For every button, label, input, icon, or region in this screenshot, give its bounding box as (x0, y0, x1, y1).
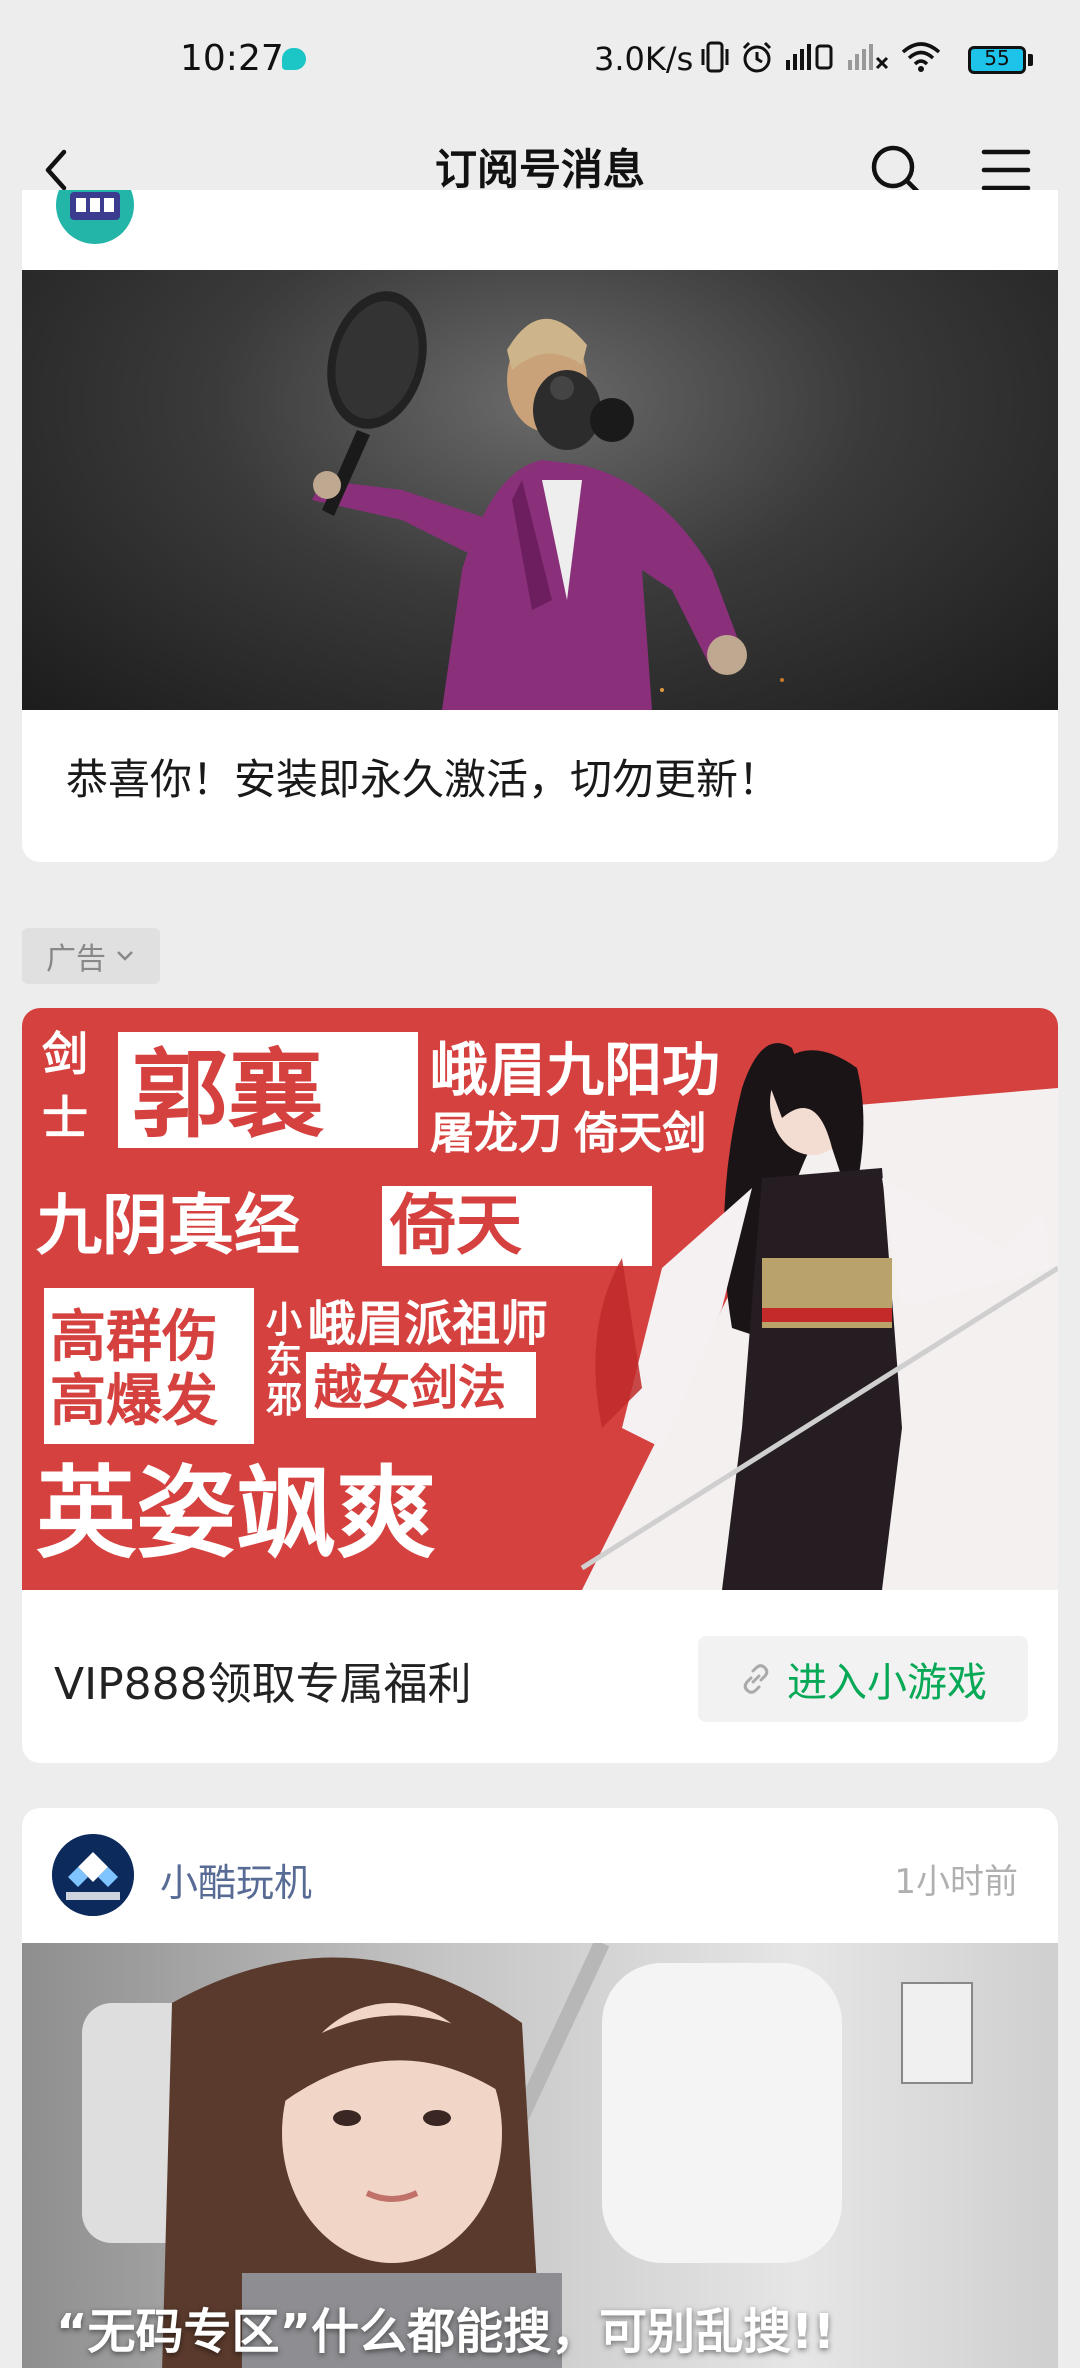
link-icon (743, 1664, 769, 1694)
chevron-down-icon (117, 951, 133, 961)
network-speed: 3.0K/s (594, 40, 694, 78)
ad-banner-line2: 屠龙刀 倚天剑 (430, 1109, 706, 1158)
article-title[interactable]: 恭喜你！安装即永久激活，切勿更新！ (66, 746, 780, 807)
article-cover-image[interactable] (22, 270, 1058, 710)
ad-banner-big: 英姿飒爽 (36, 1458, 436, 1570)
battery-tip (1028, 54, 1033, 66)
article-card[interactable]: 恭喜你！安装即永久激活，切勿更新！ (22, 190, 1058, 862)
ad-banner-line4b: 高爆发 (50, 1369, 218, 1432)
status-icons (700, 40, 942, 74)
alarm-icon (742, 41, 772, 73)
wifi-icon (901, 42, 941, 72)
vibrate-icon (701, 41, 729, 73)
cellular-signal-1-icon (786, 44, 833, 70)
ad-label-text: 广告 (46, 942, 106, 977)
enter-minigame-button[interactable]: 进入小游戏 (698, 1636, 1028, 1722)
ad-banner-line3b: 倚天 (389, 1188, 522, 1262)
notification-app-icon (282, 48, 306, 70)
status-bar: 10:27 3.0K/s 55 (0, 0, 1080, 120)
ad-banner-line1: 峨眉九阳功 (430, 1038, 720, 1103)
avatar[interactable] (52, 1834, 134, 1916)
status-time: 10:27 (180, 38, 284, 79)
ad-banner-line3a: 九阴真经 (36, 1188, 300, 1262)
avatar-graphic (52, 1834, 134, 1916)
battery-level: 55 (984, 46, 1010, 70)
ad-banner-name: 郭襄 (132, 1042, 325, 1149)
ad-banner-line4d: 越女剑法 (314, 1362, 506, 1415)
cover-illustration (312, 291, 784, 710)
avatar[interactable] (56, 190, 134, 244)
ad-card[interactable]: 剑 士 郭襄 峨眉九阳功 屠龙刀 倚天剑 九阴真经 倚天 高群伤 高爆发 小 东… (22, 1008, 1058, 1763)
article-card-2[interactable]: 小酷玩机 1小时前 “无码专区”什么都能搜，可别乱搜!! (22, 1808, 1058, 2368)
ad-banner-small-c: 邪 (266, 1379, 302, 1420)
ad-banner-text-col1-b: 士 (42, 1092, 88, 1144)
cellular-signal-2-icon (848, 44, 889, 70)
ad-banner-small-a: 小 (266, 1299, 302, 1340)
ad-banner-small-b: 东 (266, 1339, 302, 1380)
ad-label[interactable]: 广告 (22, 928, 160, 984)
article-caption[interactable]: “无码专区”什么都能搜，可别乱搜!! (56, 2292, 835, 2362)
avatar-graphic (70, 192, 120, 220)
ad-banner-graphic: 剑 士 郭襄 峨眉九阳功 屠龙刀 倚天剑 九阴真经 倚天 高群伤 高爆发 小 东… (36, 1028, 1058, 1590)
article-card-header (22, 190, 1058, 270)
enter-minigame-label: 进入小游戏 (787, 1660, 987, 1706)
ad-banner-line4a: 高群伤 (50, 1305, 218, 1368)
ad-banner-image[interactable]: 剑 士 郭襄 峨眉九阳功 屠龙刀 倚天剑 九阴真经 倚天 高群伤 高爆发 小 东… (22, 1008, 1058, 1590)
post-time: 1小时前 (894, 1862, 1018, 1902)
ad-banner-line4c: 峨眉派祖师 (308, 1298, 548, 1351)
ad-title[interactable]: VIP888领取专属福利 (54, 1648, 472, 1712)
ad-banner-text-col1-a: 剑 (42, 1028, 88, 1080)
account-name[interactable]: 小酷玩机 (160, 1852, 312, 1907)
